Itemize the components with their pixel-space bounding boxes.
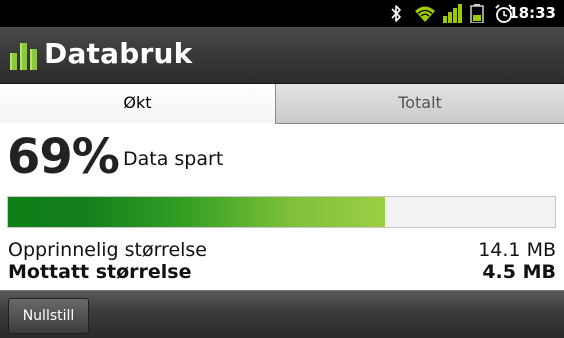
app-title: Databruk [44, 37, 193, 70]
stat-value: 14.1 MB [478, 239, 556, 261]
savings-progress-fill [8, 197, 386, 227]
signal-icon [443, 4, 462, 23]
tab-total[interactable]: Totalt [275, 84, 564, 124]
tab-bar: Økt Totalt [0, 84, 564, 124]
reset-button[interactable]: Nullstill [8, 298, 89, 334]
stat-value: 4.5 MB [482, 261, 556, 283]
savings-label: Data spart [123, 148, 224, 170]
savings-percent: 69% [7, 129, 120, 185]
status-time: 18:33 [508, 4, 556, 22]
battery-icon [470, 4, 484, 23]
stat-row-received: Mottatt størrelse 4.5 MB [8, 260, 556, 284]
bottom-action-bar: Nullstill [0, 290, 564, 338]
stat-row-original: Opprinnelig størrelse 14.1 MB [8, 238, 556, 262]
tab-session[interactable]: Økt [0, 84, 275, 123]
status-bar: 18:33 [0, 0, 564, 27]
title-bar: Databruk [0, 27, 564, 84]
wifi-icon [415, 6, 435, 22]
savings-progress-bar [7, 196, 556, 228]
bluetooth-icon [391, 5, 401, 22]
stat-label: Opprinnelig størrelse [8, 239, 207, 261]
stat-label: Mottatt størrelse [8, 261, 192, 283]
bar-chart-icon [10, 43, 37, 70]
